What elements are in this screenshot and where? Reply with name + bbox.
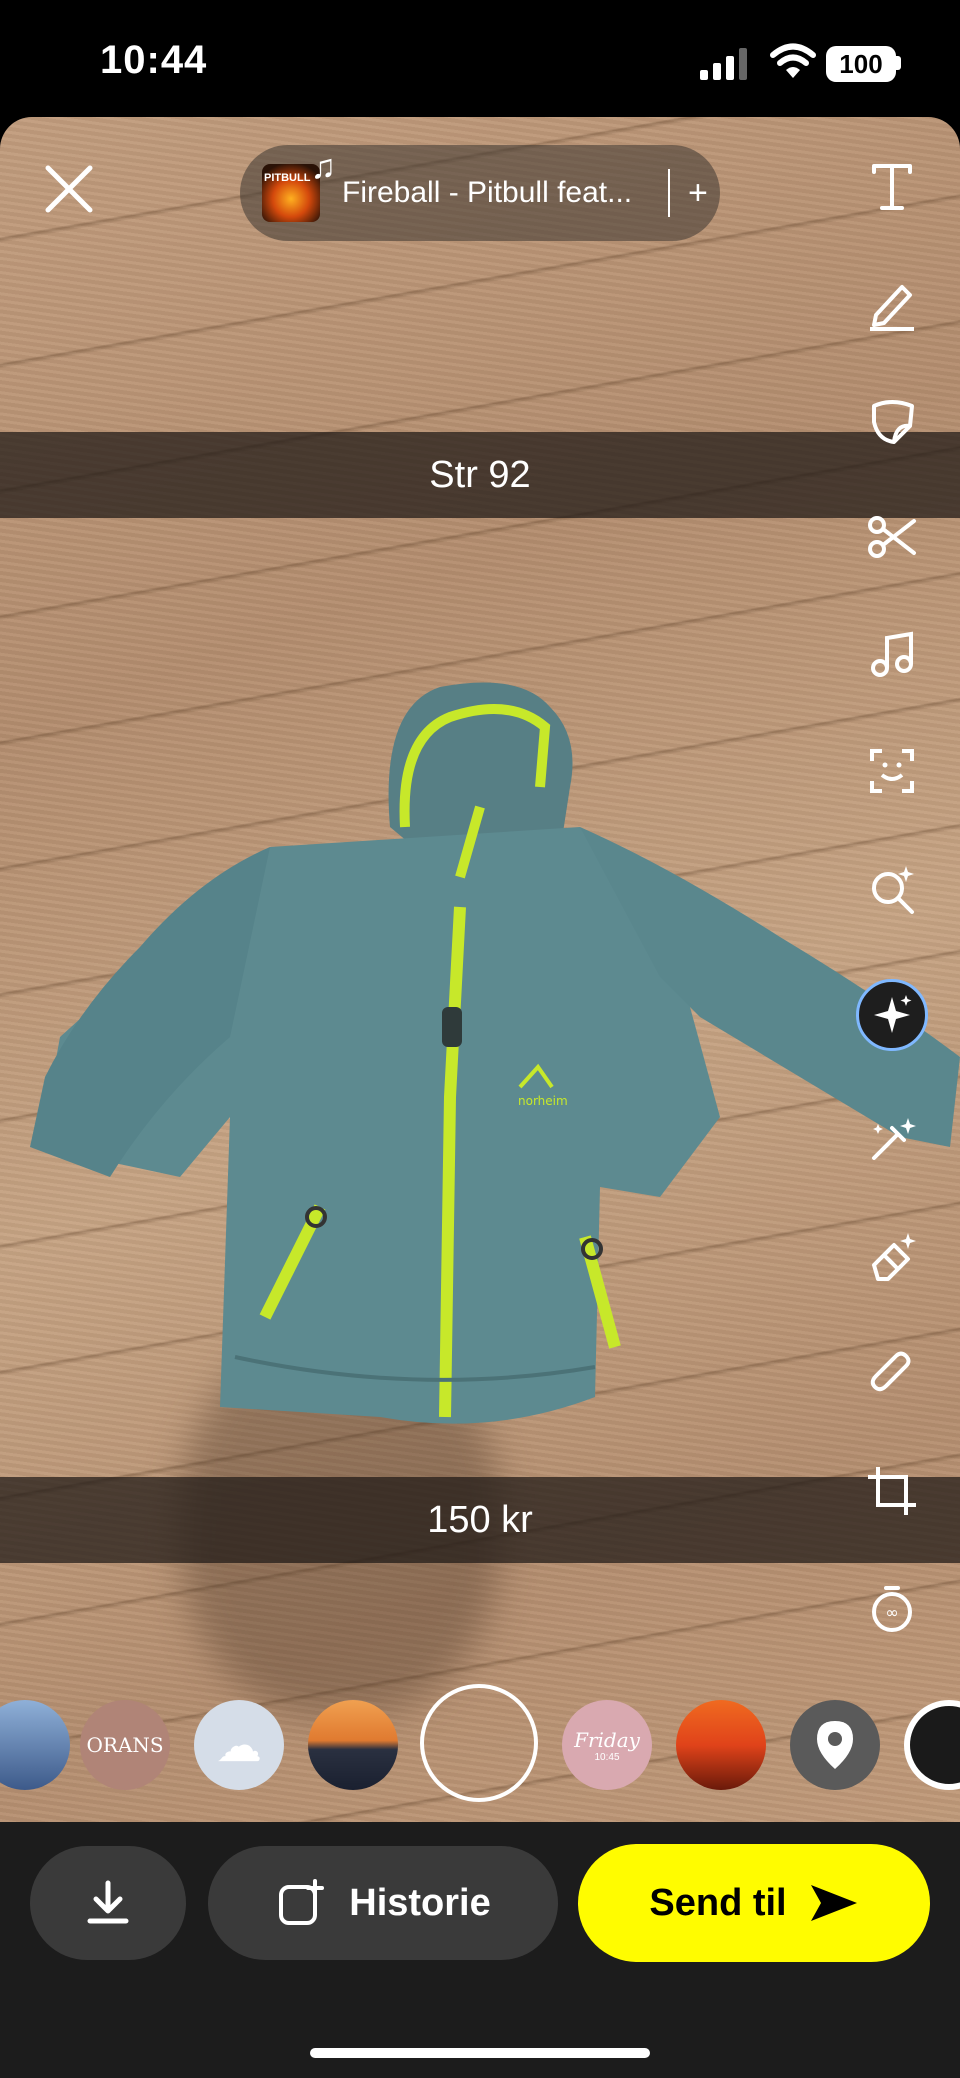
send-to-button[interactable]: Send til xyxy=(578,1844,930,1962)
wifi-icon xyxy=(770,43,816,78)
svg-text:∞: ∞ xyxy=(885,1603,898,1622)
timer-tool[interactable]: ∞ xyxy=(856,1572,928,1644)
lens-friday-text: Friday xyxy=(574,1727,640,1752)
sticker-tool[interactable] xyxy=(856,384,928,456)
jacket-image: norheim xyxy=(30,682,960,1424)
draw-tool[interactable] xyxy=(856,267,928,339)
caption-size[interactable]: Str 92 xyxy=(0,432,960,518)
battery-tip xyxy=(896,56,901,70)
bottom-action-bar: Historie Send til xyxy=(0,1822,960,2078)
scan-tool[interactable] xyxy=(856,735,928,807)
scissors-icon xyxy=(868,516,916,558)
download-button[interactable] xyxy=(30,1846,186,1960)
pill-divider xyxy=(668,169,670,217)
story-label: Historie xyxy=(349,1881,491,1924)
add-story-icon xyxy=(279,1879,325,1925)
lens-search-icon xyxy=(872,866,914,914)
send-label: Send til xyxy=(649,1881,787,1924)
status-bar: 10:44 100 xyxy=(0,0,960,120)
send-arrow-icon xyxy=(810,1885,857,1921)
crop-icon xyxy=(868,1467,916,1515)
lens-red-sunset[interactable] xyxy=(676,1700,766,1790)
battery-indicator: 100 xyxy=(826,46,896,82)
lens-search-tool[interactable] xyxy=(856,852,928,924)
lens-orans[interactable]: ORANS xyxy=(80,1700,170,1790)
cellular-signal-icon xyxy=(700,48,747,80)
lens-weather[interactable]: ☁ xyxy=(194,1700,284,1790)
scan-icon xyxy=(870,749,914,793)
attachment-tool[interactable] xyxy=(856,1338,928,1410)
timer-icon: ∞ xyxy=(872,1586,912,1632)
close-icon[interactable] xyxy=(40,160,98,218)
magic-wand-icon xyxy=(872,1118,916,1160)
lens-orans-text: ORANS xyxy=(86,1733,164,1757)
eraser-icon xyxy=(872,1233,916,1281)
music-note-icon: ♫ xyxy=(310,148,337,186)
eraser-tool[interactable] xyxy=(856,1221,928,1293)
music-track-pill[interactable]: PITBULL ♫ Fireball - Pitbull feat... + xyxy=(240,145,720,241)
sticker-icon xyxy=(872,400,914,444)
music-tool[interactable] xyxy=(856,618,928,690)
svg-text:norheim: norheim xyxy=(518,1094,568,1108)
download-icon xyxy=(87,1880,129,1924)
song-title: Fireball - Pitbull feat... xyxy=(342,176,633,209)
lens-sunset[interactable] xyxy=(308,1700,398,1790)
album-art: PITBULL ♫ xyxy=(262,148,336,222)
text-icon xyxy=(872,164,912,210)
home-indicator xyxy=(310,2048,650,2058)
lens-location[interactable] xyxy=(790,1700,880,1790)
cloud-snow-icon: ☁ xyxy=(216,1719,262,1771)
ai-tool[interactable] xyxy=(856,979,928,1051)
status-time: 10:44 xyxy=(100,38,208,82)
paperclip-icon xyxy=(870,1351,911,1392)
snap-photo[interactable]: norheim Str 92 150 kr xyxy=(0,117,960,1822)
lens-friday-time: 10:45 xyxy=(594,1751,620,1763)
location-pin-icon xyxy=(817,1721,853,1769)
story-button[interactable]: Historie xyxy=(208,1846,558,1960)
scissors-tool[interactable] xyxy=(856,501,928,573)
add-music-button[interactable]: + xyxy=(688,174,708,213)
ai-sparkle-icon xyxy=(874,995,912,1033)
text-tool[interactable] xyxy=(856,150,928,222)
pen-icon xyxy=(870,285,914,331)
album-label: PITBULL xyxy=(264,172,311,184)
magic-tool[interactable] xyxy=(856,1104,928,1176)
music-icon xyxy=(871,631,913,677)
capture-ring[interactable] xyxy=(420,1684,538,1802)
crop-tool[interactable] xyxy=(856,1455,928,1527)
lens-friday[interactable]: Friday 10:45 xyxy=(562,1700,652,1790)
caption-price[interactable]: 150 kr xyxy=(0,1477,960,1563)
